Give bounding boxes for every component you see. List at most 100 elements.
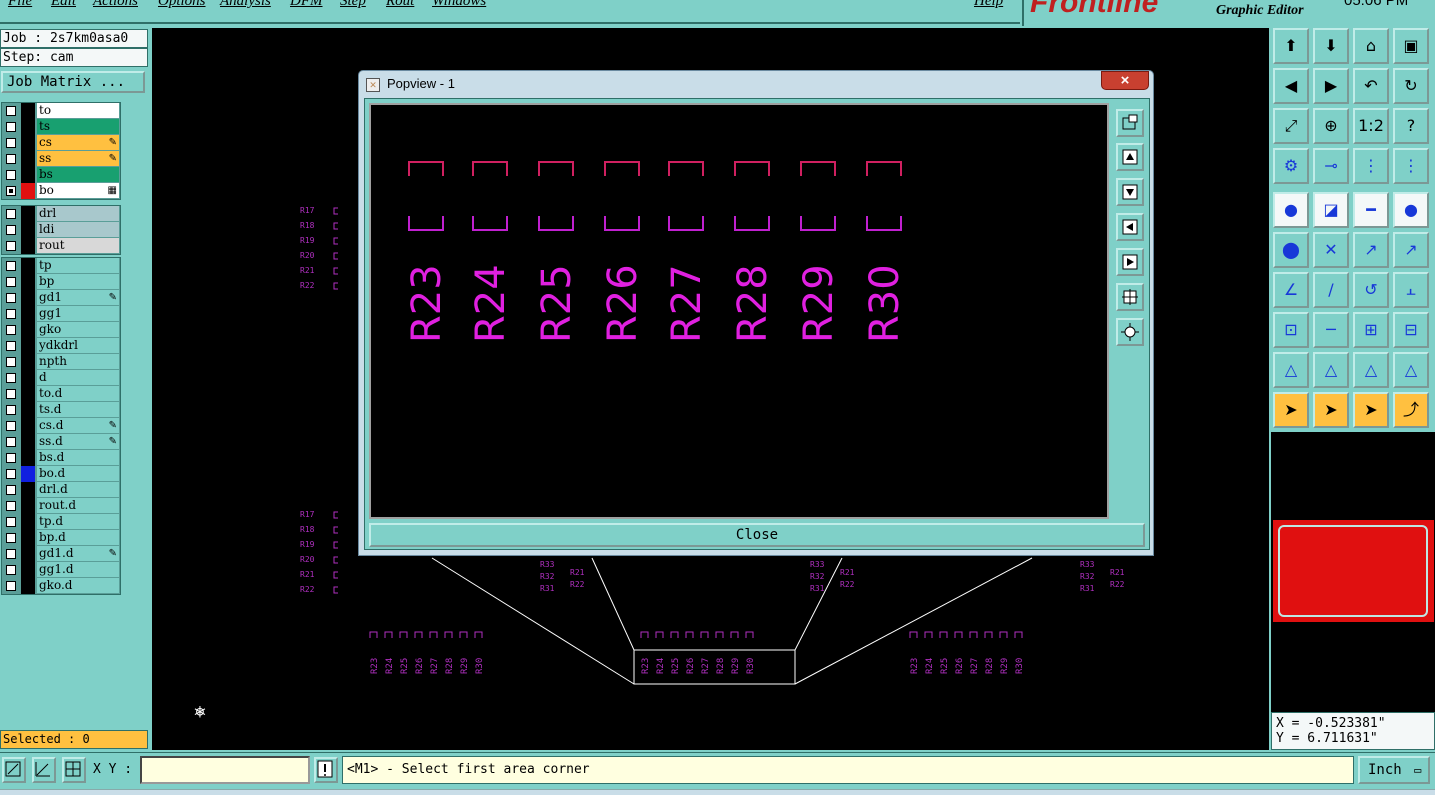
- menu-step[interactable]: Step: [340, 0, 366, 10]
- layer-checkbox[interactable]: [6, 533, 16, 543]
- snap-mode-button[interactable]: [2, 757, 26, 783]
- layer-color-swatch[interactable]: [21, 222, 35, 238]
- layer-row[interactable]: ss ✎: [2, 151, 120, 167]
- select-box-button[interactable]: ➤: [1313, 392, 1349, 428]
- popview-close-x-button[interactable]: ×: [1101, 71, 1149, 90]
- layer-name[interactable]: cs.d ✎: [37, 418, 119, 433]
- layer-color-swatch[interactable]: [21, 183, 35, 199]
- layer-name[interactable]: tp: [37, 258, 119, 273]
- layer-color-swatch[interactable]: [21, 466, 35, 482]
- layer-color-swatch[interactable]: [21, 370, 35, 386]
- layer-row[interactable]: drl: [2, 206, 120, 222]
- text-mirror-button[interactable]: ⫠: [1393, 272, 1429, 308]
- layer-row[interactable]: rout: [2, 238, 120, 254]
- menu-options[interactable]: Options: [158, 0, 206, 10]
- layer-color-swatch[interactable]: [21, 402, 35, 418]
- properties-button[interactable]: ⚙: [1273, 148, 1309, 184]
- layer-checkbox[interactable]: [6, 325, 16, 335]
- layer-name[interactable]: bp: [37, 274, 119, 289]
- help-button[interactable]: ?: [1393, 108, 1429, 144]
- unit-selector[interactable]: Inch ▭: [1358, 756, 1430, 784]
- layer-color-swatch[interactable]: [21, 151, 35, 167]
- popview-titlebar[interactable]: ✕ Popview - 1 ×: [359, 71, 1153, 97]
- layer-checkbox[interactable]: [6, 453, 16, 463]
- home-step-button[interactable]: ⌂: [1353, 28, 1389, 64]
- resize-tool-button[interactable]: ⊞: [1353, 312, 1389, 348]
- layer-row[interactable]: drl.d: [2, 482, 120, 498]
- pad-tool-button[interactable]: ⊸: [1313, 148, 1349, 184]
- layer-color-swatch[interactable]: [21, 578, 35, 594]
- layer-checkbox[interactable]: [6, 170, 16, 180]
- layer-checkbox[interactable]: [6, 517, 16, 527]
- draw-angle-button[interactable]: ∠: [1273, 272, 1309, 308]
- poly-fill-button[interactable]: △: [1313, 352, 1349, 388]
- layer-row[interactable]: tp: [2, 258, 120, 274]
- layer-color-swatch[interactable]: [21, 418, 35, 434]
- layer-row[interactable]: d: [2, 370, 120, 386]
- layer-checkbox[interactable]: [6, 241, 16, 251]
- layer-row[interactable]: to.d: [2, 386, 120, 402]
- popview-zoom-fit-button[interactable]: [1116, 318, 1144, 346]
- poly-arc-button[interactable]: △: [1393, 352, 1429, 388]
- open-job-button[interactable]: ⬆: [1273, 28, 1309, 64]
- layer-checkbox[interactable]: [6, 405, 16, 415]
- layer-row[interactable]: bs: [2, 167, 120, 183]
- select-pointer-button[interactable]: ➤: [1273, 392, 1309, 428]
- layer-row[interactable]: ts: [2, 119, 120, 135]
- layer-name[interactable]: gg1: [37, 306, 119, 321]
- layer-checkbox[interactable]: [6, 581, 16, 591]
- layer-name[interactable]: drl.d: [37, 482, 119, 497]
- select-polygon-button[interactable]: ➤: [1353, 392, 1389, 428]
- layer-name[interactable]: ts.d: [37, 402, 119, 417]
- menu-file[interactable]: File: [8, 0, 32, 10]
- popview-zoom-window-button[interactable]: [1116, 109, 1144, 137]
- arc-tool-button[interactable]: ↺: [1353, 272, 1389, 308]
- layer-row[interactable]: gg1.d: [2, 562, 120, 578]
- zoom-1-1-button[interactable]: 1:2: [1353, 108, 1389, 144]
- layer-name[interactable]: bs.d: [37, 450, 119, 465]
- layer-checkbox[interactable]: [6, 186, 16, 196]
- layer-row[interactable]: tp.d: [2, 514, 120, 530]
- connect-nodes-button[interactable]: ⬤: [1273, 232, 1309, 268]
- layer-checkbox[interactable]: [6, 209, 16, 219]
- menu-actions[interactable]: Actions: [93, 0, 138, 10]
- popview-pan-up-button[interactable]: [1116, 143, 1144, 171]
- layer-checkbox[interactable]: [6, 565, 16, 575]
- layer-name[interactable]: ldi: [37, 222, 119, 237]
- layer-name[interactable]: bo.d: [37, 466, 119, 481]
- layer-row[interactable]: bo ▦: [2, 183, 120, 199]
- ruler-button[interactable]: ━: [1353, 192, 1389, 228]
- layer-color-swatch[interactable]: [21, 562, 35, 578]
- layer-name[interactable]: rout.d: [37, 498, 119, 513]
- menu-help[interactable]: Help: [974, 0, 1003, 10]
- group-tool-button[interactable]: ⊟: [1393, 312, 1429, 348]
- layer-color-swatch[interactable]: [21, 498, 35, 514]
- add-pad-button[interactable]: ●: [1273, 192, 1309, 228]
- place-pad-button[interactable]: ⊡: [1273, 312, 1309, 348]
- layer-checkbox[interactable]: [6, 154, 16, 164]
- layer-color-swatch[interactable]: [21, 338, 35, 354]
- net-select-multi-button[interactable]: ⋮: [1393, 148, 1429, 184]
- extend-node-button[interactable]: ↗: [1393, 232, 1429, 268]
- layer-checkbox[interactable]: [6, 309, 16, 319]
- layer-color-swatch[interactable]: [21, 206, 35, 222]
- poly-edit-button[interactable]: △: [1353, 352, 1389, 388]
- layer-name[interactable]: ydkdrl: [37, 338, 119, 353]
- menu-edit[interactable]: Edit: [51, 0, 76, 10]
- layer-name[interactable]: gd1 ✎: [37, 290, 119, 305]
- layer-name[interactable]: tp.d: [37, 514, 119, 529]
- load-layer-button[interactable]: ◀: [1273, 68, 1309, 104]
- layer-color-swatch[interactable]: [21, 238, 35, 254]
- layer-checkbox[interactable]: [6, 469, 16, 479]
- draw-line-button[interactable]: /: [1313, 272, 1349, 308]
- active-layer-color-swatch[interactable]: [1272, 519, 1435, 623]
- menu-dfm[interactable]: DFM: [290, 0, 323, 10]
- xy-input[interactable]: [140, 756, 310, 784]
- layer-name[interactable]: rout: [37, 238, 119, 253]
- layer-name[interactable]: gd1.d ✎: [37, 546, 119, 561]
- layer-name[interactable]: gko.d: [37, 578, 119, 593]
- layer-row[interactable]: ydkdrl: [2, 338, 120, 354]
- zoom-fit-button[interactable]: ⤢: [1273, 108, 1309, 144]
- delete-node-button[interactable]: ✕: [1313, 232, 1349, 268]
- layer-checkbox[interactable]: [6, 549, 16, 559]
